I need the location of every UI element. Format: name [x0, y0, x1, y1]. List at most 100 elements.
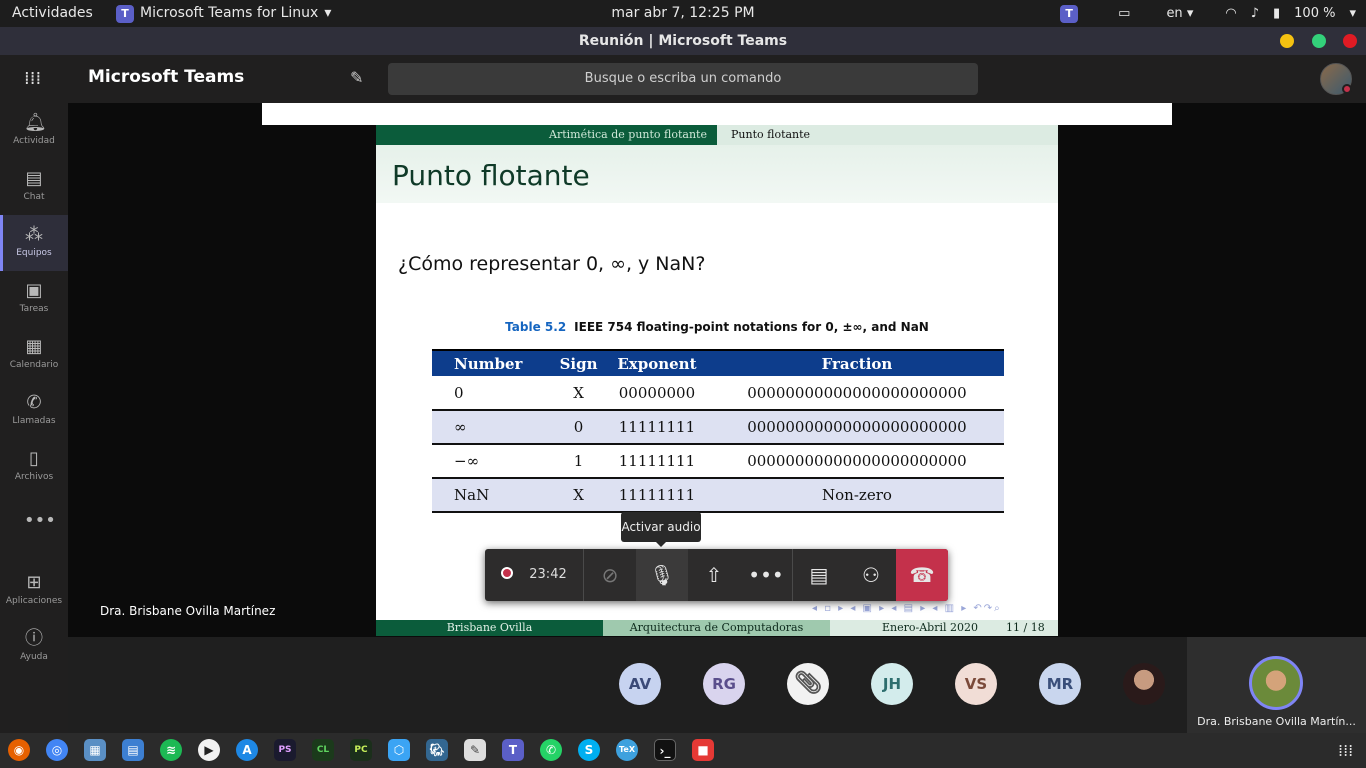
table-caption-text: IEEE 754 floating-point notations for 0,…: [574, 320, 929, 334]
language-label: en: [1166, 6, 1183, 21]
rail-item-apps[interactable]: ⊞ Aplicaciones: [0, 563, 68, 619]
skype-icon[interactable]: S: [578, 739, 600, 761]
camera-off-button[interactable]: ⊘: [584, 549, 636, 601]
footer-course: Arquitectura de Computadoras: [603, 620, 830, 636]
chat-icon: ▤: [809, 563, 829, 587]
column-header: Exponent: [603, 349, 710, 376]
phpstorm-icon[interactable]: PS: [274, 739, 296, 761]
chat-tray-icon[interactable]: ▭: [1118, 0, 1130, 27]
mic-off-icon: 🎙︎: [649, 563, 675, 587]
app-store-icon[interactable]: A: [236, 739, 258, 761]
text-editor-icon[interactable]: ✎: [464, 739, 486, 761]
search-input[interactable]: Busque o escriba un comando: [388, 63, 978, 95]
rail-item-label: Calendario: [9, 360, 59, 370]
slide-section: Artimética de punto flotante: [376, 125, 717, 145]
participant-avatar[interactable]: MR: [1039, 663, 1081, 705]
table-cell: 0: [553, 410, 604, 445]
presenter-name: Dra. Brisbane Ovilla Martínez: [100, 604, 276, 618]
rail-item-label: Ayuda: [20, 652, 48, 662]
column-header: Number: [432, 349, 554, 376]
column-header: Fraction: [709, 349, 1004, 376]
participant-avatar-photo[interactable]: [1123, 663, 1165, 705]
share-icon: ⇧: [705, 563, 723, 587]
recording-indicator: 23:42: [485, 549, 583, 601]
teams-dock-icon[interactable]: T: [502, 739, 524, 761]
hang-up-button[interactable]: ☎: [896, 549, 948, 601]
spotify-icon[interactable]: ≋: [160, 739, 182, 761]
table-row: ∞ 0 11111111 00000000000000000000000: [432, 410, 1004, 445]
rail-item-activity[interactable]: 🔔︎ Actividad: [0, 103, 68, 159]
people-icon: ⚇: [862, 563, 880, 587]
new-chat-icon[interactable]: ✎: [350, 68, 363, 87]
close-button[interactable]: [1343, 34, 1357, 48]
meeting-chat-button[interactable]: ▤: [793, 549, 845, 601]
camera-off-icon: ⊘: [601, 563, 619, 587]
pycharm-icon[interactable]: PC: [350, 739, 372, 761]
table-cell: Non-zero: [709, 478, 1004, 513]
rail-item-chat[interactable]: ▤ Chat: [0, 159, 68, 215]
participant-avatar[interactable]: AV: [619, 663, 661, 705]
meeting-timer: 23:42: [529, 567, 567, 582]
bell-icon: 🔔︎: [24, 112, 47, 133]
language-selector[interactable]: en ▾: [1166, 0, 1193, 27]
teams-header: ⁞⁞⁞ Microsoft Teams ✎ Busque o escriba u…: [0, 55, 1366, 103]
app-launcher-icon[interactable]: ⁞⁞⁞: [24, 69, 44, 89]
table-cell: 11111111: [603, 410, 710, 445]
maximize-button[interactable]: [1312, 34, 1326, 48]
rail-item-label: Aplicaciones: [5, 596, 63, 606]
rail-more-button[interactable]: •••: [0, 501, 68, 541]
rail-item-calls[interactable]: ✆ Llamadas: [0, 383, 68, 439]
table-cell: 11111111: [603, 478, 710, 513]
slide-nav-bar: Artimética de punto flotante Punto flota…: [376, 125, 1058, 145]
minimize-button[interactable]: [1280, 34, 1294, 48]
teams-tray-icon[interactable]: T: [1060, 4, 1079, 23]
self-avatar: [1249, 656, 1303, 710]
table-row: −∞ 1 11111111 00000000000000000000000: [432, 444, 1004, 479]
participant-avatar[interactable]: JH: [871, 663, 913, 705]
participants-button[interactable]: ⚇: [845, 549, 897, 601]
image-viewer-icon[interactable]: ▦: [84, 739, 106, 761]
app-menu[interactable]: T Microsoft Teams for Linux ▾: [116, 0, 331, 27]
share-screen-button[interactable]: ⇧: [688, 549, 740, 601]
table-caption: Table 5.2 IEEE 754 floating-point notatio…: [376, 320, 1058, 334]
show-applications-icon[interactable]: ⁞⁞⁞: [1338, 741, 1353, 760]
volume-icon[interactable]: ♪: [1251, 0, 1259, 27]
video-player-icon[interactable]: ▶: [198, 739, 220, 761]
firefox-icon[interactable]: ◉: [8, 739, 30, 761]
rail-item-label: Actividad: [13, 136, 55, 146]
virtualbox-icon[interactable]: ⬡: [388, 739, 410, 761]
table-row: NaN X 11111111 Non-zero: [432, 478, 1004, 513]
files-icon[interactable]: ▤: [122, 739, 144, 761]
help-icon: ⓘ: [25, 628, 43, 649]
rail-item-tasks[interactable]: ▣ Tareas: [0, 271, 68, 327]
whatsapp-icon[interactable]: ✆: [540, 739, 562, 761]
rail-item-help[interactable]: ⓘ Ayuda: [0, 619, 68, 675]
activities-button[interactable]: Actividades: [12, 0, 93, 27]
rail-item-files[interactable]: ▯ Archivos: [0, 439, 68, 495]
battery-label: 100 %: [1294, 6, 1336, 21]
rail-item-teams[interactable]: ⁂ Equipos: [0, 215, 68, 271]
more-actions-button[interactable]: •••: [740, 549, 792, 601]
tasks-icon: ▣: [25, 280, 43, 301]
table-cell: X: [553, 478, 604, 513]
screen-recorder-icon[interactable]: ■: [692, 739, 714, 761]
footer-meta: Enero-Abril 2020 11 / 18: [830, 620, 1058, 636]
chromium-icon[interactable]: ◎: [46, 739, 68, 761]
participant-avatar[interactable]: 📎︎: [787, 663, 829, 705]
texmaker-icon[interactable]: TeX: [616, 739, 638, 761]
wifi-icon[interactable]: ◠: [1225, 0, 1236, 27]
participant-avatar[interactable]: VS: [955, 663, 997, 705]
rail-item-calendar[interactable]: ▦ Calendario: [0, 327, 68, 383]
battery-icon[interactable]: ▮: [1273, 0, 1280, 27]
participant-avatar[interactable]: RG: [703, 663, 745, 705]
unmute-button[interactable]: 🎙︎: [636, 549, 688, 601]
file-icon: ▯: [29, 448, 39, 469]
clion-icon[interactable]: CL: [312, 739, 334, 761]
phone-hangup-icon: ☎: [909, 563, 935, 587]
terminal-icon[interactable]: ›_: [654, 739, 676, 761]
table-header-row: Number Sign Exponent Fraction: [432, 349, 1004, 376]
chevron-down-icon[interactable]: ▾: [1349, 0, 1356, 27]
pgadmin-icon[interactable]: 🐘︎: [426, 739, 448, 761]
record-icon: [501, 567, 514, 579]
rail-item-label: Llamadas: [12, 416, 56, 426]
